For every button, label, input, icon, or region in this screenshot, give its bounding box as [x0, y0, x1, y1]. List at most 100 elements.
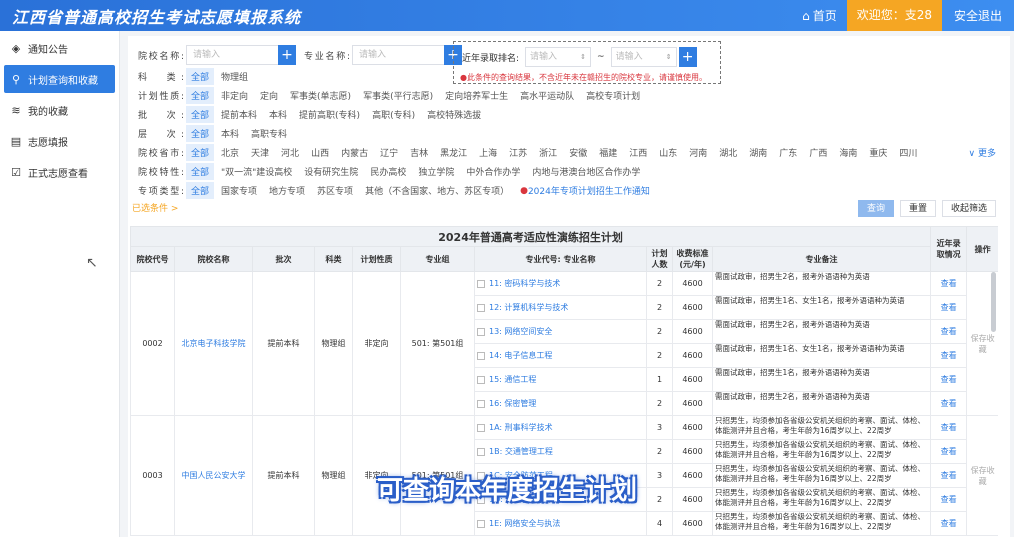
filter-option[interactable]: 全部: [186, 87, 215, 104]
logout-link[interactable]: 安全退出: [954, 7, 1002, 24]
major-checkbox[interactable]: [477, 279, 485, 288]
filter-option[interactable]: 高校特殊选拔: [422, 106, 486, 123]
sidebar-item-apply[interactable]: ▤ 志愿填报: [4, 127, 115, 155]
filter-option[interactable]: 上海: [474, 144, 502, 161]
filter-option[interactable]: 全部: [186, 163, 215, 180]
major-link[interactable]: 12: 计算机科学与技术: [489, 303, 568, 312]
view-history-link[interactable]: 查看: [930, 319, 968, 344]
filter-option[interactable]: 江西: [624, 144, 652, 161]
filter-option[interactable]: 北京: [216, 144, 244, 161]
filter-option[interactable]: 安徽: [564, 144, 592, 161]
view-history-link[interactable]: 查看: [930, 367, 968, 392]
filter-option[interactable]: 浙江: [534, 144, 562, 161]
major-link[interactable]: 14: 电子信息工程: [489, 351, 552, 360]
major-link[interactable]: 1E: 网络安全与执法: [489, 519, 560, 528]
filter-option[interactable]: 河北: [276, 144, 304, 161]
sidebar-item-plan-query[interactable]: ⚲ 计划查询和收藏: [4, 65, 115, 93]
rank-to-input[interactable]: 请输入 ⇕: [610, 47, 677, 67]
filter-option[interactable]: 高职专科: [246, 125, 292, 142]
view-history-link[interactable]: 查看: [930, 415, 968, 440]
filter-option[interactable]: 其他（不含国家、地方、苏区专项）: [360, 182, 514, 199]
filter-option[interactable]: 提前高职(专科): [294, 106, 365, 123]
sidebar-item-favorites[interactable]: ≋ 我的收藏: [4, 96, 115, 124]
filter-option[interactable]: 江苏: [504, 144, 532, 161]
major-checkbox[interactable]: [477, 423, 485, 432]
major-checkbox[interactable]: [477, 519, 485, 528]
major-checkbox[interactable]: [477, 351, 485, 360]
filter-option[interactable]: 定向培养军士生: [440, 87, 513, 104]
chosen-conditions-toggle[interactable]: 已选条件 >: [132, 201, 178, 214]
filter-option[interactable]: 高职(专科): [367, 106, 420, 123]
filter-option[interactable]: 全部: [186, 68, 215, 85]
filter-option[interactable]: 广西: [804, 144, 832, 161]
reset-button[interactable]: 重置: [899, 200, 936, 217]
major-link[interactable]: 15: 通信工程: [489, 375, 536, 384]
filter-option[interactable]: 山东: [654, 144, 682, 161]
school-name-link[interactable]: 北京电子科技学院: [174, 271, 253, 416]
major-link[interactable]: 1A: 刑事科学技术: [489, 423, 553, 432]
filter-option[interactable]: 非定向: [216, 87, 253, 104]
filter-option[interactable]: 四川: [894, 144, 922, 161]
view-history-link[interactable]: 查看: [930, 511, 968, 536]
filter-option[interactable]: 独立学院: [413, 163, 459, 180]
filter-option[interactable]: 苏区专项: [312, 182, 358, 199]
filter-option[interactable]: 全部: [186, 125, 215, 142]
major-input[interactable]: 请输入: [352, 45, 444, 65]
view-history-link[interactable]: 查看: [930, 295, 968, 320]
view-history-link[interactable]: 查看: [930, 391, 968, 416]
filter-option[interactable]: 重庆: [864, 144, 892, 161]
filter-option[interactable]: "双一流"建设高校: [216, 163, 297, 180]
filter-option[interactable]: 地方专项: [264, 182, 310, 199]
filter-option[interactable]: 高校专项计划: [581, 87, 645, 104]
filter-option[interactable]: 天津: [246, 144, 274, 161]
filter-option[interactable]: 国家专项: [216, 182, 262, 199]
filter-option[interactable]: 湖北: [714, 144, 742, 161]
filter-option[interactable]: 本科: [264, 106, 292, 123]
filter-option[interactable]: 军事类(平行志愿): [358, 87, 438, 104]
filter-option[interactable]: 黑龙江: [435, 144, 472, 161]
query-button[interactable]: 查询: [857, 200, 894, 217]
filter-option[interactable]: 定向: [255, 87, 283, 104]
view-history-link[interactable]: 查看: [930, 343, 968, 368]
filter-option[interactable]: 福建: [594, 144, 622, 161]
collapse-filter-button[interactable]: 收起筛选: [941, 200, 996, 217]
filter-option[interactable]: 吉林: [405, 144, 433, 161]
major-link[interactable]: 13: 网络空间安全: [489, 327, 552, 336]
major-link[interactable]: 1B: 交通管理工程: [489, 447, 553, 456]
sidebar-item-official-view[interactable]: ☑ 正式志愿查看: [4, 158, 115, 186]
filter-option[interactable]: 辽宁: [375, 144, 403, 161]
school-input[interactable]: 请输入: [186, 45, 278, 65]
filter-option[interactable]: 内地与港澳台地区合作办学: [527, 163, 645, 180]
filter-option[interactable]: 湖南: [744, 144, 772, 161]
filter-option[interactable]: 海南: [834, 144, 862, 161]
filter-option[interactable]: 设有研究生院: [299, 163, 363, 180]
major-checkbox[interactable]: [477, 327, 485, 336]
filter-option[interactable]: 中外合作办学: [461, 163, 525, 180]
filter-option[interactable]: 本科: [216, 125, 244, 142]
major-checkbox[interactable]: [477, 399, 485, 408]
major-checkbox[interactable]: [477, 447, 485, 456]
filter-option[interactable]: 全部: [186, 106, 215, 123]
major-checkbox[interactable]: [477, 375, 485, 384]
filter-option[interactable]: 民办高校: [365, 163, 411, 180]
major-checkbox[interactable]: [477, 303, 485, 312]
major-link[interactable]: 16: 保密管理: [489, 399, 536, 408]
filter-option[interactable]: 山西: [306, 144, 334, 161]
filter-option[interactable]: 广东: [774, 144, 802, 161]
filter-option[interactable]: 军事类(单志愿): [285, 87, 356, 104]
view-history-link[interactable]: 查看: [930, 439, 968, 464]
rank-from-input[interactable]: 请输入 ⇕: [525, 47, 592, 67]
school-add-button[interactable]: +: [278, 45, 296, 65]
filter-option[interactable]: 全部: [186, 144, 215, 161]
view-history-link[interactable]: 查看: [930, 271, 968, 296]
filter-option[interactable]: 全部: [186, 182, 215, 199]
spinner-icon[interactable]: ⇕: [580, 48, 586, 66]
special-plan-notice-link[interactable]: 2024年专项计划招生工作通知: [528, 184, 650, 197]
spinner-icon[interactable]: ⇕: [666, 48, 672, 66]
home-link[interactable]: ⌂ 首页: [802, 7, 837, 24]
filter-option[interactable]: 高水平运动队: [515, 87, 579, 104]
filter-option[interactable]: 内蒙古: [336, 144, 373, 161]
filter-option[interactable]: 物理组: [216, 68, 253, 85]
more-provinces-link[interactable]: ∨ 更多: [969, 146, 996, 159]
table-scrollbar[interactable]: [991, 272, 996, 332]
